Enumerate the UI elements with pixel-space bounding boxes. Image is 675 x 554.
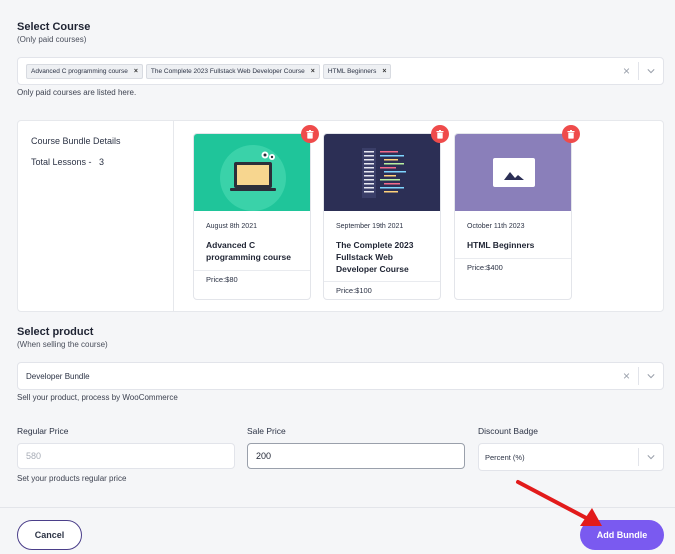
discount-badge-select[interactable]: Percent (%): [478, 443, 664, 471]
clear-icon[interactable]: ×: [623, 369, 630, 383]
discount-badge-value: Percent (%): [485, 452, 525, 462]
select-separator: [638, 62, 639, 80]
chevron-down-icon[interactable]: [647, 453, 655, 461]
sale-price-label: Sale Price: [247, 426, 286, 436]
product-select[interactable]: Developer Bundle ×: [17, 362, 664, 390]
panel-divider: [173, 121, 174, 311]
regular-price-input[interactable]: 580: [17, 443, 235, 469]
trash-icon: [567, 129, 575, 139]
laptop-illustration-icon: [220, 145, 286, 211]
regular-price-label: Regular Price: [17, 426, 69, 436]
select-course-subtitle: (Only paid courses): [17, 35, 87, 44]
course-tag: HTML Beginners ×: [322, 63, 392, 79]
course-price: Price:$400: [467, 263, 503, 272]
remove-tag-icon[interactable]: ×: [382, 68, 386, 75]
course-card[interactable]: September 19th 2021 The Complete 2023 Fu…: [323, 133, 441, 300]
chevron-down-icon[interactable]: [647, 372, 655, 380]
total-lessons: Total Lessons - 3: [31, 157, 104, 167]
select-product-title: Select product: [17, 326, 94, 338]
course-thumbnail: [194, 134, 310, 211]
annotation-arrow-icon: [516, 480, 602, 526]
course-help-text: Only paid courses are listed here.: [17, 88, 137, 97]
course-tag: Advanced C programming course ×: [26, 63, 143, 79]
course-date: September 19th 2021: [336, 223, 404, 230]
course-date: August 8th 2021: [206, 223, 257, 230]
course-tag-label: HTML Beginners: [327, 67, 377, 75]
card-divider: [324, 281, 440, 282]
delete-course-button[interactable]: [431, 125, 449, 143]
course-title: The Complete 2023 Fullstack Web Develope…: [336, 240, 414, 274]
image-placeholder-icon: [493, 158, 535, 187]
course-title: Advanced C programming course: [206, 240, 292, 262]
trash-icon: [306, 129, 314, 139]
select-product-subtitle: (When selling the course): [17, 340, 108, 349]
remove-tag-icon[interactable]: ×: [134, 68, 138, 75]
course-thumbnail: [324, 134, 440, 211]
course-title: HTML Beginners: [467, 240, 535, 250]
card-divider: [194, 270, 310, 271]
select-separator: [638, 367, 639, 385]
discount-badge-label: Discount Badge: [478, 426, 539, 436]
delete-course-button[interactable]: [301, 125, 319, 143]
sale-price-input[interactable]: 200: [247, 443, 465, 469]
course-thumbnail: [455, 134, 571, 211]
regular-price-help: Set your products regular price: [17, 474, 127, 483]
trash-icon: [436, 129, 444, 139]
total-lessons-label: Total Lessons -: [31, 157, 92, 167]
bundle-details-title: Course Bundle Details: [31, 136, 121, 146]
clear-icon[interactable]: ×: [623, 64, 630, 78]
card-divider: [455, 258, 571, 259]
code-illustration-icon: [362, 148, 406, 198]
course-date: October 11th 2023: [467, 223, 525, 230]
course-price: Price:$80: [206, 275, 238, 284]
total-lessons-count: 3: [99, 157, 105, 167]
course-price: Price:$100: [336, 286, 372, 295]
select-separator: [638, 448, 639, 466]
select-course-title: Select Course: [17, 21, 91, 33]
course-tag-label: The Complete 2023 Fullstack Web Develope…: [150, 67, 305, 75]
course-tag-label: Advanced C programming course: [31, 67, 128, 75]
chevron-down-icon[interactable]: [647, 67, 655, 75]
cancel-button[interactable]: Cancel: [17, 520, 82, 550]
course-multiselect[interactable]: Advanced C programming course × The Comp…: [17, 57, 664, 85]
remove-tag-icon[interactable]: ×: [311, 68, 315, 75]
course-card[interactable]: August 8th 2021 Advanced C programming c…: [193, 133, 311, 300]
course-card[interactable]: October 11th 2023 HTML Beginners Price:$…: [454, 133, 572, 300]
product-help-text: Sell your product, process by WooCommerc…: [17, 393, 178, 402]
delete-course-button[interactable]: [562, 125, 580, 143]
course-tag: The Complete 2023 Fullstack Web Develope…: [145, 63, 320, 79]
product-selected-value: Developer Bundle: [26, 371, 90, 381]
